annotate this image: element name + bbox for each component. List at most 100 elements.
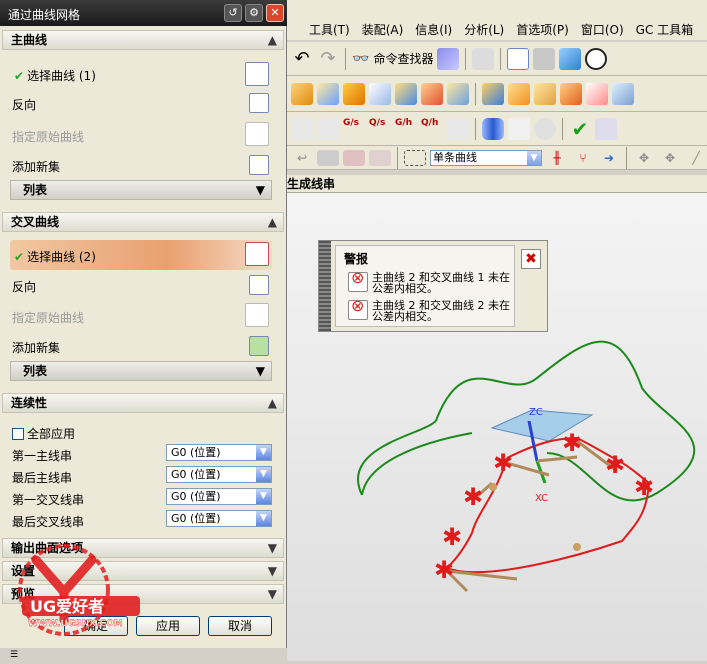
- check-icon[interactable]: ✔: [569, 118, 591, 140]
- cancel-button[interactable]: 取消: [208, 616, 272, 636]
- arrow-right-icon[interactable]: ➜: [598, 150, 620, 166]
- snap-end-icon[interactable]: ✥: [659, 150, 681, 166]
- orient-view-icon[interactable]: [585, 47, 608, 70]
- offset-face-icon[interactable]: [395, 82, 417, 105]
- fit-view-icon[interactable]: [507, 47, 530, 70]
- control-point: [489, 483, 497, 491]
- qs-icon[interactable]: Q/s: [369, 118, 391, 140]
- info-cursor-icon[interactable]: [472, 47, 495, 70]
- warning-panel: 警报 主曲线 2 和交叉曲线 1 未在公差内相交。 主曲线 2 和交叉曲线 2 …: [335, 245, 515, 327]
- select-curve-icon[interactable]: [245, 62, 269, 86]
- tab-output-strings[interactable]: 生成线串: [287, 175, 707, 193]
- continuity-select[interactable]: G0 (位置) ▼: [166, 466, 272, 483]
- menu-icon[interactable]: ☰: [10, 650, 18, 660]
- sweep-icon[interactable]: [343, 82, 365, 105]
- menu-item-tools[interactable]: 工具(T): [303, 21, 356, 38]
- green-left-arc: [361, 432, 473, 496]
- qh-icon[interactable]: Q/h: [421, 118, 443, 140]
- apply-all-label: 全部应用: [27, 427, 76, 441]
- arrow-left-icon[interactable]: ↩: [291, 150, 313, 166]
- blend-icon[interactable]: [317, 82, 339, 105]
- split-body-icon[interactable]: [447, 82, 469, 105]
- toolbar-separator: [475, 117, 476, 140]
- apply-all-checkbox[interactable]: 全部应用: [12, 425, 75, 442]
- section-continuity[interactable]: 连续性 ▲: [2, 393, 284, 413]
- bridge-surface-icon[interactable]: [534, 82, 556, 105]
- checkbox-box[interactable]: [12, 428, 24, 440]
- select-curve-icon[interactable]: [245, 242, 269, 266]
- select-feature-icon[interactable]: [343, 149, 365, 166]
- gh-icon[interactable]: G/h: [395, 118, 417, 140]
- menu-item-analysis[interactable]: 分析(L): [458, 21, 510, 38]
- thicken-icon[interactable]: [369, 82, 391, 105]
- continuity-select[interactable]: G0 (位置) ▼: [166, 510, 272, 527]
- shield-icon[interactable]: [595, 117, 617, 140]
- add-set-icon[interactable]: [249, 336, 269, 356]
- tree-icon[interactable]: ⑂: [572, 150, 594, 166]
- xc-axis-label: XC: [535, 493, 548, 504]
- menu-item-assembly[interactable]: 装配(A): [356, 21, 410, 38]
- reset-icon[interactable]: ↺: [224, 4, 242, 22]
- command-finder-button[interactable]: 👓 命令查找器: [352, 50, 433, 67]
- cross-list-label: 列表: [23, 364, 48, 378]
- extrude-icon[interactable]: [291, 82, 313, 105]
- intersection-icon[interactable]: ╫: [546, 150, 568, 166]
- dialog-titlebar: 通过曲线网格 ↺ ⚙ ✕: [0, 0, 287, 26]
- menu-item-info[interactable]: 信息(I): [409, 21, 458, 38]
- rectangle-select-icon[interactable]: [404, 149, 426, 166]
- menu-item-preferences[interactable]: 首选项(P): [510, 21, 575, 38]
- reverse-direction-icon[interactable]: [249, 93, 269, 113]
- section-cross-curves[interactable]: 交叉曲线 ▲: [2, 212, 284, 232]
- from-poles-icon[interactable]: [317, 117, 339, 140]
- ruled-surface-icon[interactable]: [560, 82, 582, 105]
- section-primary-curves[interactable]: 主曲线 ▲: [2, 30, 284, 50]
- cross-list-toggle[interactable]: 列表 ▼: [10, 361, 272, 381]
- box-icon[interactable]: [482, 82, 504, 105]
- snap-line-icon[interactable]: ╱: [685, 150, 707, 166]
- gear-icon[interactable]: [534, 117, 556, 140]
- shaded-cube-icon[interactable]: [559, 47, 582, 70]
- primary-list-toggle[interactable]: 列表 ▼: [10, 180, 272, 200]
- select-primary-curve-row[interactable]: ✔ 选择曲线 (1): [10, 60, 272, 90]
- drag-grip[interactable]: [319, 241, 331, 331]
- undo-icon[interactable]: ↶: [291, 48, 313, 70]
- shaded-box-icon[interactable]: [612, 82, 634, 105]
- reverse-direction-icon[interactable]: [249, 275, 269, 295]
- chevron-down-icon: ▼: [527, 150, 541, 165]
- select-body-icon[interactable]: [317, 149, 339, 166]
- primary-origin-label: 指定原始曲线: [12, 130, 85, 144]
- cylinder-icon[interactable]: [482, 117, 504, 140]
- block-icon[interactable]: [508, 82, 530, 105]
- through-points-icon[interactable]: [291, 117, 313, 140]
- add-set-icon[interactable]: [249, 155, 269, 175]
- apply-button[interactable]: 应用: [136, 616, 200, 636]
- close-icon[interactable]: ✕: [266, 4, 284, 22]
- spring-icon[interactable]: [508, 117, 530, 140]
- continuity-select[interactable]: G0 (位置) ▼: [166, 488, 272, 505]
- close-warning-button[interactable]: ✖: [521, 249, 541, 269]
- menu-bar: 工具(T) 装配(A) 信息(I) 分析(L) 首选项(P) 窗口(O) GC …: [287, 18, 707, 40]
- watermark-brand: UG爱好者: [30, 597, 104, 616]
- chevron-down-icon: ▼: [255, 364, 265, 378]
- curve-rule-dropdown[interactable]: 单条曲线 ▼: [430, 149, 542, 166]
- render-style-icon[interactable]: [533, 47, 556, 70]
- select-cross-curve-row[interactable]: ✔ 选择曲线 (2): [10, 240, 272, 270]
- grid-surface-icon[interactable]: [437, 47, 460, 70]
- menu-item-window[interactable]: 窗口(O): [575, 21, 630, 38]
- select-edge-icon[interactable]: [369, 149, 391, 166]
- gs-icon[interactable]: G/s: [343, 118, 365, 140]
- gear-icon[interactable]: ⚙: [245, 4, 263, 22]
- ug-watermark-logo: UG爱好者 WWW.UGSNX.COM: [6, 540, 140, 650]
- origin-curve-icon: [245, 122, 269, 146]
- direction-vectors: [445, 439, 618, 593]
- section-primary-title: 主曲线: [11, 33, 48, 47]
- continuity-select[interactable]: G0 (位置) ▼: [166, 444, 272, 461]
- trim-body-icon[interactable]: [421, 82, 443, 105]
- face-icon[interactable]: [586, 82, 608, 105]
- redo-icon[interactable]: ↷: [317, 48, 339, 70]
- menu-item-gc-toolbox[interactable]: GC 工具箱: [630, 21, 700, 38]
- align-icon[interactable]: [447, 117, 469, 140]
- snap-point-icon[interactable]: ✥: [633, 150, 655, 166]
- warning-message-text: 主曲线 2 和交叉曲线 2 未在公差内相交。: [372, 299, 510, 323]
- chevron-down-icon: ▼: [267, 564, 277, 578]
